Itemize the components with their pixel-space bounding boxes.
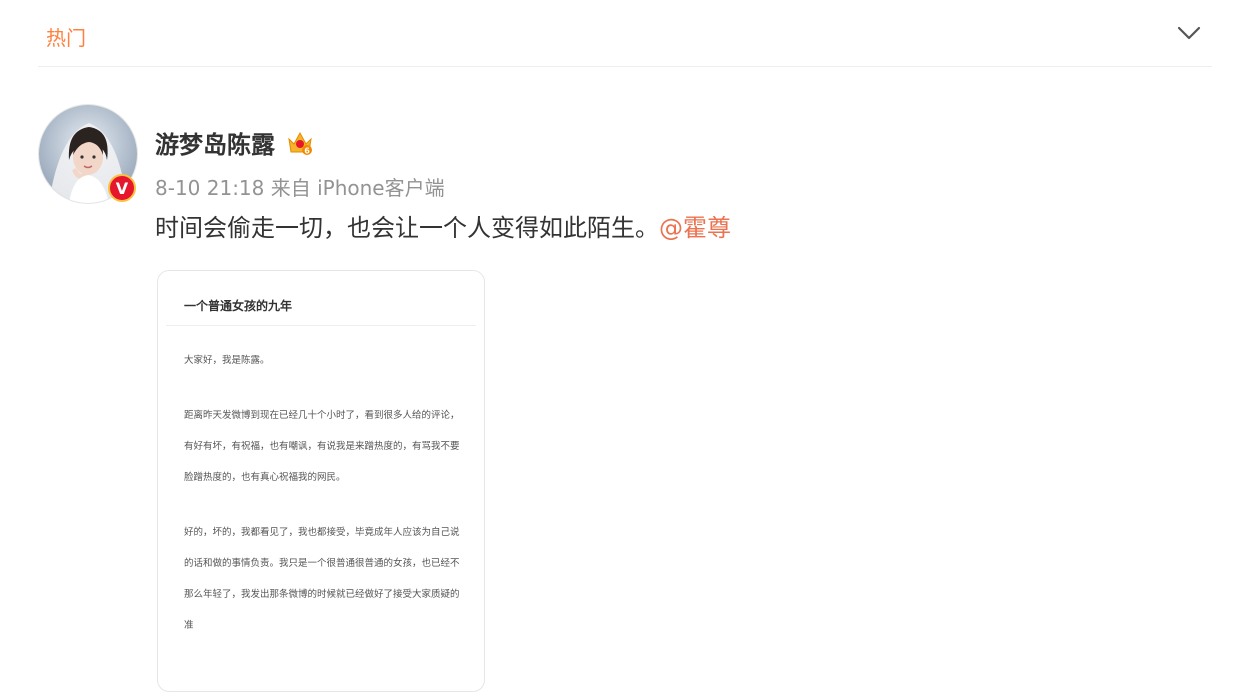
post-meta: 8-10 21:18 来自 iPhone客户端	[155, 172, 445, 201]
crown-vip-icon[interactable]: 6	[285, 127, 315, 157]
svg-text:6: 6	[304, 147, 310, 156]
image-paragraph: 距离昨天发微博到现在已经几十个小时了，看到很多人给的评论，有好有坏，有祝福，也有…	[184, 410, 460, 483]
post-source[interactable]: 来自 iPhone客户端	[271, 176, 445, 200]
weibo-post: V 游梦岛陈露 6 8-10 21:18 来自 iPhone客户端 时间会偷走一…	[38, 104, 1212, 692]
post-text: 时间会偷走一切，也会让一个人变得如此陌生。@霍尊	[155, 208, 731, 243]
verified-v-icon: V	[108, 174, 136, 202]
post-image[interactable]: 一个普通女孩的九年 大家好，我是陈露。 距离昨天发微博到现在已经几十个小时了，看…	[157, 270, 485, 692]
mention-link[interactable]: @霍尊	[659, 214, 731, 242]
post-time[interactable]: 8-10 21:18	[155, 176, 264, 200]
image-paragraph: 好的，坏的，我都看见了，我也都接受，毕竟成年人应该为自己说的话和做的事情负责。我…	[184, 527, 460, 631]
tab-hot[interactable]: 热门	[46, 22, 86, 51]
image-divider	[166, 325, 476, 326]
post-text-body: 时间会偷走一切，也会让一个人变得如此陌生。	[155, 214, 659, 242]
image-title: 一个普通女孩的九年	[184, 299, 293, 313]
author-line: 游梦岛陈露 6	[155, 124, 315, 160]
feed-header: 热门	[38, 0, 1212, 67]
avatar[interactable]: V	[38, 104, 138, 204]
author-name[interactable]: 游梦岛陈露	[155, 125, 275, 160]
image-paragraph: 大家好，我是陈露。	[184, 355, 270, 366]
image-body: 大家好，我是陈露。 距离昨天发微博到现在已经几十个小时了，看到很多人给的评论，有…	[184, 345, 460, 665]
chevron-down-icon[interactable]	[1174, 18, 1204, 48]
